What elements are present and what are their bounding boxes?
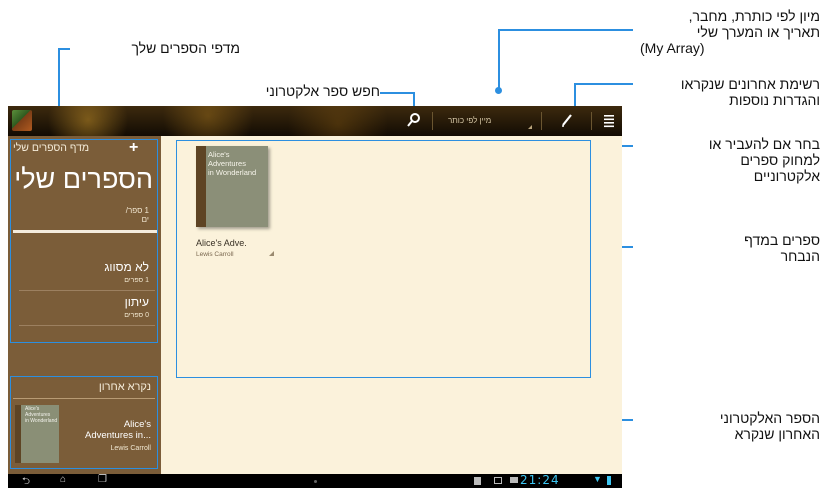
shelf-item-count: 1 ספרים [124, 277, 149, 284]
spinner-arrow-icon [528, 125, 532, 129]
notification-icon[interactable] [474, 477, 481, 485]
sort-spinner[interactable]: מיין לפי כותר [448, 116, 491, 125]
bookshelf-area: Alice's Adventures in Wonderland Alice's… [161, 136, 622, 474]
book-title[interactable]: Alice's Adve. [196, 238, 247, 248]
app-icon[interactable] [12, 110, 32, 131]
book-author: Lewis Carroll [196, 251, 234, 258]
book-cover[interactable]: Alice's Adventures in Wonderland [196, 146, 268, 227]
cover-title: Alice's Adventures in Wonderland [25, 406, 58, 424]
battery-icon [607, 476, 611, 485]
separator [541, 112, 542, 130]
add-shelf-button[interactable]: + [129, 139, 138, 157]
shelf-title: הספרים שלי [14, 164, 153, 194]
device-screen: מיין לפי כותר מדף הספרים שלי + הספרים של… [8, 106, 622, 488]
leader-line-recent-h [574, 83, 633, 85]
divider [19, 290, 155, 291]
callout-sort: מיון לפי כותרת, מחבר, תאריך או המערך שלי… [640, 8, 820, 56]
shelf-item-newspaper[interactable]: עיתון [11, 295, 149, 309]
separator [432, 112, 433, 130]
system-bar: ⮌ ⌂ ❐ 21:24 ▼ [8, 473, 622, 488]
divider [13, 398, 155, 399]
gallery-icon[interactable] [494, 477, 502, 484]
edit-icon[interactable] [561, 113, 573, 132]
search-icon[interactable] [407, 112, 421, 133]
clock: 21:24 [520, 473, 560, 487]
shelf-panel: מדף הספרים שלי + הספרים שלי 1 ספר/ ים לא… [10, 139, 158, 343]
recent-book-cover[interactable]: Alice's Adventures in Wonderland [15, 405, 59, 463]
mail-icon[interactable] [510, 477, 518, 483]
callout-move-delete: בחר אם להעביר או למחוק ספרים אלקטרוניים [708, 136, 820, 184]
leader-line-sort-v [498, 29, 500, 90]
action-bar: מיין לפי כותר [8, 106, 622, 136]
recent-panel: נקרא אחרון Alice's Adventures in Wonderl… [10, 376, 158, 469]
recent-book-title[interactable]: Alice's Adventures in... [71, 419, 151, 441]
selected-shelf-indicator [13, 230, 157, 233]
shelf-item-uncategorized[interactable]: לא מסווג [11, 260, 149, 274]
back-icon[interactable]: ⮌ [22, 474, 30, 488]
recent-book-author: Lewis Carroll [110, 445, 151, 452]
callout-books-shelf: ספרים במדף הנבחר [744, 232, 820, 264]
dot-indicator [314, 480, 317, 483]
callout-recent: רשימת אחרונים שנקראו והגדרות נוספות [680, 76, 820, 108]
callout-last-read: הספר האלקטרוני האחרון שנקרא [719, 410, 820, 442]
leader-line-shelves-h [58, 48, 70, 50]
callout-shelves: מדפי הספרים שלך [131, 40, 240, 56]
divider [19, 325, 155, 326]
leader-line-search-h [380, 92, 413, 94]
book-count: 1 ספר/ ים [125, 206, 149, 224]
book-menu-icon[interactable] [269, 251, 274, 256]
leader-dot-sort [495, 87, 502, 94]
shelf-item-count: 0 ספרים [124, 312, 149, 319]
separator [591, 112, 592, 130]
recent-apps-icon[interactable]: ❐ [98, 474, 107, 485]
callout-search: חפש ספר אלקטרוני [265, 83, 380, 99]
leader-line-sort-h [498, 29, 633, 31]
cover-title: Alice's Adventures in Wonderland [208, 150, 257, 177]
sidebar: מדף הספרים שלי + הספרים שלי 1 ספר/ ים לא… [8, 136, 161, 474]
wifi-icon: ▼ [593, 474, 602, 484]
home-icon[interactable]: ⌂ [60, 474, 66, 485]
books-grid: Alice's Adventures in Wonderland Alice's… [176, 140, 591, 378]
menu-icon[interactable] [604, 114, 614, 133]
recent-header: נקרא אחרון [98, 381, 151, 393]
